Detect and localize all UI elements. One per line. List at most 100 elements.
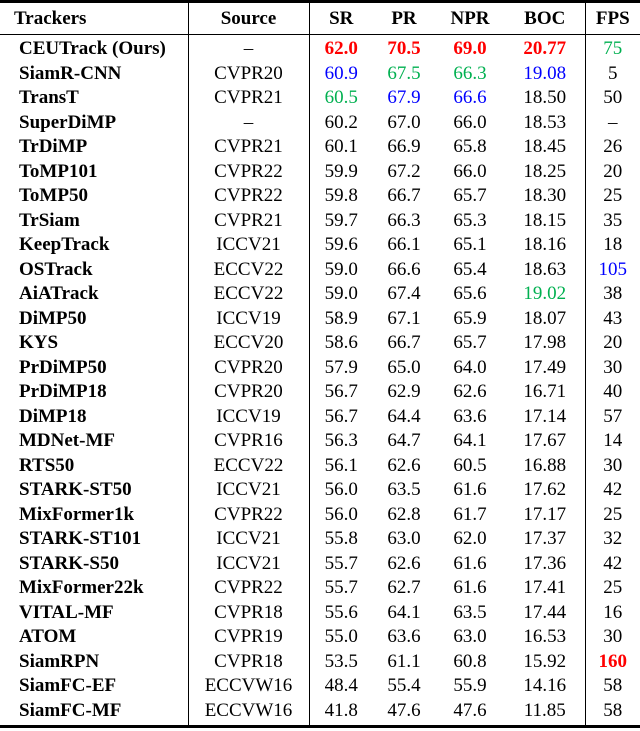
pr-cell: 66.7 <box>387 185 421 207</box>
npr-cell: 61.6 <box>453 577 487 599</box>
fps-cell: 30 <box>603 626 623 648</box>
tracker-name: OSTrack <box>19 258 93 280</box>
source-cell: CVPR16 <box>187 429 310 454</box>
pr-cell: 63.6 <box>387 626 421 648</box>
source-cell: ECCV22 <box>187 282 310 307</box>
pr-cell: 67.2 <box>387 160 421 182</box>
npr-cell: 62.0 <box>453 528 487 550</box>
header-pr: PR <box>373 1 435 35</box>
boc-cell: 18.53 <box>505 110 586 135</box>
npr-cell: 69.0 <box>453 38 487 60</box>
boc-cell: 17.17 <box>505 502 586 527</box>
sr-cell: 60.9 <box>324 62 358 84</box>
table-row: DiMP50 ICCV19 58.9 67.1 65.9 18.07 43 <box>0 306 640 331</box>
source-cell: ICCV21 <box>187 551 310 576</box>
table-row: ToMP50 CVPR22 59.8 66.7 65.7 18.30 25 <box>0 184 640 209</box>
fps-cell: 42 <box>603 552 623 574</box>
fps-cell: 75 <box>603 38 623 60</box>
fps-cell: 58 <box>603 675 623 697</box>
source-cell: – <box>187 110 310 135</box>
tracker-name: SiamR-CNN <box>19 62 122 84</box>
sr-cell: 58.6 <box>324 332 358 354</box>
tracker-comparison-table: Trackers Source SR PR NPR BOC FPS CEUTra… <box>0 0 640 728</box>
source-cell: ECCV22 <box>187 453 310 478</box>
pr-cell: 47.6 <box>387 699 421 721</box>
pr-cell: 62.9 <box>387 381 421 403</box>
table-row: ATOM CVPR19 55.0 63.6 63.0 16.53 30 <box>0 625 640 650</box>
fps-cell: 26 <box>603 136 623 158</box>
tracker-name: STARK-ST50 <box>19 479 132 501</box>
npr-cell: 66.0 <box>453 111 487 133</box>
source-cell: CVPR20 <box>187 355 310 380</box>
pr-cell: 64.4 <box>387 405 421 427</box>
boc-cell: 18.45 <box>505 135 586 160</box>
table-row: SiamR-CNN CVPR20 60.9 67.5 66.3 19.08 5 <box>0 61 640 86</box>
npr-cell: 65.3 <box>453 209 487 231</box>
npr-cell: 65.9 <box>453 307 487 329</box>
table-row: TransT CVPR21 60.5 67.9 66.6 18.50 50 <box>0 86 640 111</box>
fps-cell: 57 <box>603 405 623 427</box>
source-cell: CVPR19 <box>187 625 310 650</box>
fps-cell: 58 <box>603 699 623 721</box>
fps-cell: 14 <box>603 430 623 452</box>
table-row: STARK-ST50 ICCV21 56.0 63.5 61.6 17.62 42 <box>0 478 640 503</box>
table-row: OSTrack ECCV22 59.0 66.6 65.4 18.63 105 <box>0 257 640 282</box>
table-row: SiamFC-MF ECCVW16 41.8 47.6 47.6 11.85 58 <box>0 698 640 727</box>
table-row: MixFormer22k CVPR22 55.7 62.7 61.6 17.41 25 <box>0 576 640 601</box>
npr-cell: 66.6 <box>453 87 487 109</box>
fps-cell: 5 <box>608 62 618 84</box>
tracker-name: ToMP101 <box>19 160 98 182</box>
tracker-name: TrSiam <box>19 209 80 231</box>
boc-cell: 18.50 <box>505 86 586 111</box>
source-cell: ICCV19 <box>187 306 310 331</box>
source-cell: CVPR22 <box>187 502 310 527</box>
boc-cell: 18.25 <box>505 159 586 184</box>
source-cell: CVPR21 <box>187 135 310 160</box>
results-table-container: Trackers Source SR PR NPR BOC FPS CEUTra… <box>0 0 640 728</box>
pr-cell: 63.5 <box>387 479 421 501</box>
table-row: PrDiMP18 CVPR20 56.7 62.9 62.6 16.71 40 <box>0 380 640 405</box>
sr-cell: 59.0 <box>324 283 358 305</box>
sr-cell: 56.3 <box>324 430 358 452</box>
sr-cell: 53.5 <box>324 650 358 672</box>
pr-cell: 62.6 <box>387 454 421 476</box>
source-cell: CVPR22 <box>187 184 310 209</box>
boc-cell: 18.15 <box>505 208 586 233</box>
tracker-name: RTS50 <box>19 454 75 476</box>
fps-cell: 20 <box>603 160 623 182</box>
sr-cell: 56.1 <box>324 454 358 476</box>
source-cell: CVPR22 <box>187 576 310 601</box>
sr-cell: 59.7 <box>324 209 358 231</box>
table-row: SuperDiMP –60.2 67.0 66.0 18.53– <box>0 110 640 135</box>
boc-cell: 18.63 <box>505 257 586 282</box>
fps-cell: 42 <box>603 479 623 501</box>
npr-cell: 55.9 <box>453 675 487 697</box>
tracker-name: DiMP18 <box>19 405 87 427</box>
sr-cell: 55.7 <box>324 577 358 599</box>
pr-cell: 67.1 <box>387 307 421 329</box>
pr-cell: 63.0 <box>387 528 421 550</box>
npr-cell: 47.6 <box>453 699 487 721</box>
npr-cell: 65.6 <box>453 283 487 305</box>
npr-cell: 65.8 <box>453 136 487 158</box>
boc-cell: 17.62 <box>505 478 586 503</box>
fps-cell: 16 <box>603 601 623 623</box>
boc-cell: 15.92 <box>505 649 586 674</box>
tracker-name: PrDiMP50 <box>19 356 107 378</box>
fps-cell: 20 <box>603 332 623 354</box>
pr-cell: 67.9 <box>387 87 421 109</box>
table-row: CEUTrack (Ours) –62.0 70.5 69.0 20.77 75 <box>0 34 640 62</box>
pr-cell: 67.4 <box>387 283 421 305</box>
tracker-name: MDNet-MF <box>19 430 116 452</box>
npr-cell: 66.0 <box>453 160 487 182</box>
npr-cell: 65.7 <box>453 185 487 207</box>
boc-cell: 17.14 <box>505 404 586 429</box>
boc-cell: 18.07 <box>505 306 586 331</box>
source-cell: ICCV21 <box>187 233 310 258</box>
npr-cell: 66.3 <box>453 62 487 84</box>
tracker-name: VITAL-MF <box>19 601 114 623</box>
tracker-name: SiamFC-MF <box>19 699 122 721</box>
table-row: STARK-ST101 ICCV21 55.8 63.0 62.0 17.37 32 <box>0 527 640 552</box>
source-cell: CVPR20 <box>187 380 310 405</box>
sr-cell: 55.0 <box>324 626 358 648</box>
